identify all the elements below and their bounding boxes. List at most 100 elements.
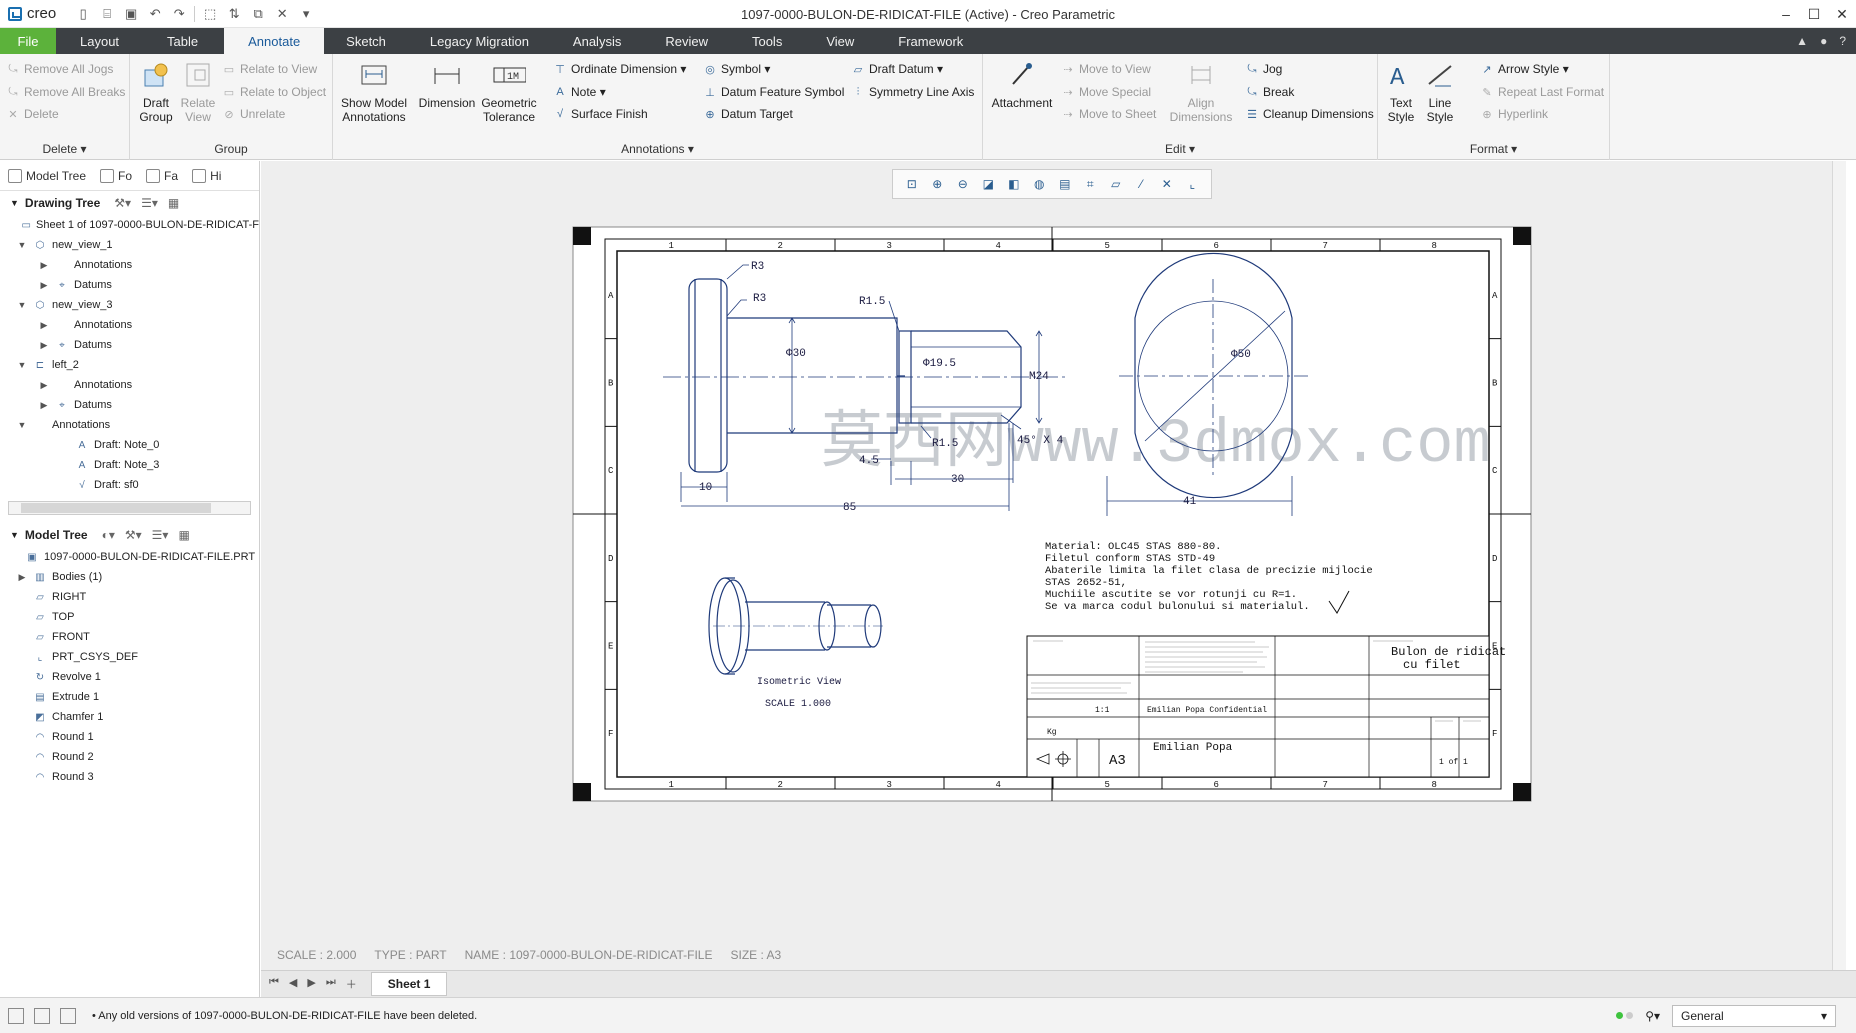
tab-annotate[interactable]: Annotate (224, 28, 325, 54)
move-special-button[interactable]: ⇢ Move Special (1061, 85, 1151, 99)
selection-filter-dropdown[interactable]: General ▾ (1672, 1004, 1836, 1027)
save-icon[interactable]: ▣ (122, 5, 140, 23)
help-icon[interactable]: ? (1839, 34, 1846, 48)
expand-toggle-icon[interactable]: ▶ (16, 572, 28, 583)
drawing-tree-item[interactable]: ▼ Annotations (0, 415, 259, 435)
model-tree-item[interactable]: ▱ FRONT (0, 627, 259, 647)
next-sheet-icon[interactable]: ▶ (307, 976, 315, 992)
tab-sketch[interactable]: Sketch (324, 28, 408, 54)
attachment-button[interactable]: Attachment (989, 58, 1055, 110)
minimize-icon[interactable]: – (1772, 0, 1800, 28)
drawing-tree-item[interactable]: ▶ Annotations (0, 375, 259, 395)
drawing-tree-item[interactable]: ▶ ⌖ Datums (0, 335, 259, 355)
align-dimensions-button[interactable]: Align Dimensions (1170, 58, 1232, 124)
expand-toggle-icon[interactable]: ▼ (16, 240, 28, 250)
model-tree-item[interactable]: ▤ Extrude 1 (0, 687, 259, 707)
model-tree-item[interactable]: ⌞ PRT_CSYS_DEF (0, 647, 259, 667)
previous-sheet-icon[interactable]: ◀ (289, 976, 297, 992)
drawing-tree-item[interactable]: ▶ Annotations (0, 255, 259, 275)
tree-columns-icon[interactable]: ▦ (168, 196, 179, 210)
tab-legacy-migration[interactable]: Legacy Migration (408, 28, 551, 54)
title-block[interactable]: Bulon de ridicat cu filet Emilian Popa C… (1026, 635, 1506, 778)
tab-review[interactable]: Review (643, 28, 730, 54)
close-window-icon[interactable]: ✕ (273, 5, 291, 23)
drawing-tree-item[interactable]: ▼ ⬡ new_view_3 (0, 295, 259, 315)
customize-qat-icon[interactable]: ▾ (297, 5, 315, 23)
open-file-icon[interactable]: ⌸ (98, 5, 116, 23)
repeat-last-format-button[interactable]: ✎ Repeat Last Format (1480, 85, 1604, 99)
drawing-sheet[interactable]: 1122334455667788A AB BC CD DE EF F 莫西网www.3dmo… (261, 161, 1846, 970)
user-icon[interactable]: ● (1820, 34, 1827, 48)
close-icon[interactable]: ✕ (1828, 0, 1856, 28)
windows-icon[interactable]: ⧉ (249, 5, 267, 23)
model-tree-item[interactable]: ▱ RIGHT (0, 587, 259, 607)
group-title-delete[interactable]: Delete ▾ (0, 142, 129, 156)
tab-history[interactable]: Hi (192, 168, 221, 183)
tab-file[interactable]: File (0, 28, 56, 54)
drawing-tree-item[interactable]: ▼ ⊏ left_2 (0, 355, 259, 375)
regenerate-icon[interactable]: ⇅ (225, 5, 243, 23)
group-title-annotations[interactable]: Annotations ▾ (333, 142, 982, 156)
drawing-tree-item[interactable]: √ Draft: sf0 (0, 475, 259, 495)
tree-settings-icon[interactable]: ⚒▾ (114, 196, 131, 210)
drawing-tree-item[interactable]: ▶ ⌖ Datums (0, 275, 259, 295)
show-model-annotations-button[interactable]: Show Model Annotations (339, 58, 409, 124)
hyperlink-button[interactable]: ⊕ Hyperlink (1480, 107, 1548, 121)
move-to-view-button[interactable]: ⇢ Move to View (1061, 62, 1150, 76)
model-tree-item[interactable]: ◠ Round 1 (0, 727, 259, 747)
expand-toggle-icon[interactable]: ▶ (38, 260, 50, 271)
model-tree-item[interactable]: ◠ Round 2 (0, 747, 259, 767)
graphics-vertical-scrollbar[interactable] (1832, 161, 1846, 970)
undo-icon[interactable]: ↶ (146, 5, 164, 23)
move-to-sheet-button[interactable]: ⇢ Move to Sheet (1061, 107, 1156, 121)
delete-button[interactable]: ✕ Delete (6, 107, 58, 121)
model-tree-header[interactable]: ▼ Model Tree ◐▾ ⚒▾ ☰▾ ▦ (0, 523, 259, 547)
maximize-icon[interactable]: ☐ (1800, 0, 1828, 28)
line-style-button[interactable]: Line Style (1422, 58, 1458, 124)
draft-datum-button[interactable]: ▱ Draft Datum ▾ (851, 62, 943, 76)
tab-favorites[interactable]: Fa (146, 168, 178, 183)
tab-table[interactable]: Table (141, 28, 224, 54)
first-sheet-icon[interactable]: ⏮ (269, 976, 279, 992)
drawing-tree-item[interactable]: ▼ ⬡ new_view_1 (0, 235, 259, 255)
model-tree-item[interactable]: ▣ 1097-0000-BULON-DE-RIDICAT-FILE.PRT (0, 547, 259, 567)
regeneration-status-icon[interactable] (1616, 1012, 1634, 1019)
relate-to-object-button[interactable]: ▭ Relate to Object (222, 85, 326, 99)
text-style-button[interactable]: A Text Style (1384, 58, 1418, 124)
full-screen-icon[interactable] (60, 1007, 76, 1024)
tree-filter-icon[interactable]: ☰▾ (152, 528, 169, 542)
collapse-ribbon-icon[interactable]: ▲ (1796, 34, 1808, 48)
add-sheet-icon[interactable]: ＋ (346, 976, 357, 992)
model-tree-item[interactable]: ◩ Chamfer 1 (0, 707, 259, 727)
drawing-tree-header[interactable]: ▼ Drawing Tree ⚒▾ ☰▾ ▦ (0, 191, 259, 215)
last-sheet-icon[interactable]: ⏭ (326, 976, 336, 992)
model-tree-item[interactable]: ▱ TOP (0, 607, 259, 627)
expand-toggle-icon[interactable]: ▼ (16, 300, 28, 310)
expand-toggle-icon[interactable]: ▶ (38, 280, 50, 291)
drawing-tree-item[interactable]: ▶ ⌖ Datums (0, 395, 259, 415)
tree-settings-icon[interactable]: ⚒▾ (125, 528, 142, 542)
expand-toggle-icon[interactable]: ▶ (38, 320, 50, 331)
drawing-tree-item[interactable]: A Draft: Note_0 (0, 435, 259, 455)
ordinate-dimension-button[interactable]: ⊤ Ordinate Dimension ▾ (553, 62, 686, 76)
jog-button[interactable]: ⤿ Jog (1245, 62, 1282, 76)
tree-filter-icon[interactable]: ☰▾ (141, 196, 158, 210)
symmetry-line-axis-button[interactable]: ⫶ Symmetry Line Axis (851, 85, 975, 99)
tree-horizontal-scrollbar[interactable] (8, 501, 251, 515)
drawing-tree-item[interactable]: ▶ Annotations (0, 315, 259, 335)
dimension-button[interactable]: Dimension (419, 58, 475, 110)
expand-toggle-icon[interactable]: ▼ (16, 360, 28, 370)
tree-columns-icon[interactable]: ▦ (178, 528, 189, 542)
tab-layout[interactable]: Layout (56, 28, 141, 54)
tab-tools[interactable]: Tools (730, 28, 804, 54)
datum-target-button[interactable]: ⊕ Datum Target (703, 107, 792, 121)
symbol-button[interactable]: ◎ Symbol ▾ (703, 62, 770, 76)
remove-all-jogs-button[interactable]: ⤿ Remove All Jogs (6, 62, 113, 76)
tab-folder-browser[interactable]: Fo (100, 168, 132, 183)
model-tree-item[interactable]: ◠ Round 3 (0, 767, 259, 787)
expand-toggle-icon[interactable]: ▼ (16, 420, 28, 430)
note-button[interactable]: A Note ▾ (553, 85, 605, 99)
tab-view[interactable]: View (804, 28, 876, 54)
browser-icon[interactable] (34, 1007, 50, 1024)
relate-to-view-button[interactable]: ▭ Relate to View (222, 62, 317, 76)
